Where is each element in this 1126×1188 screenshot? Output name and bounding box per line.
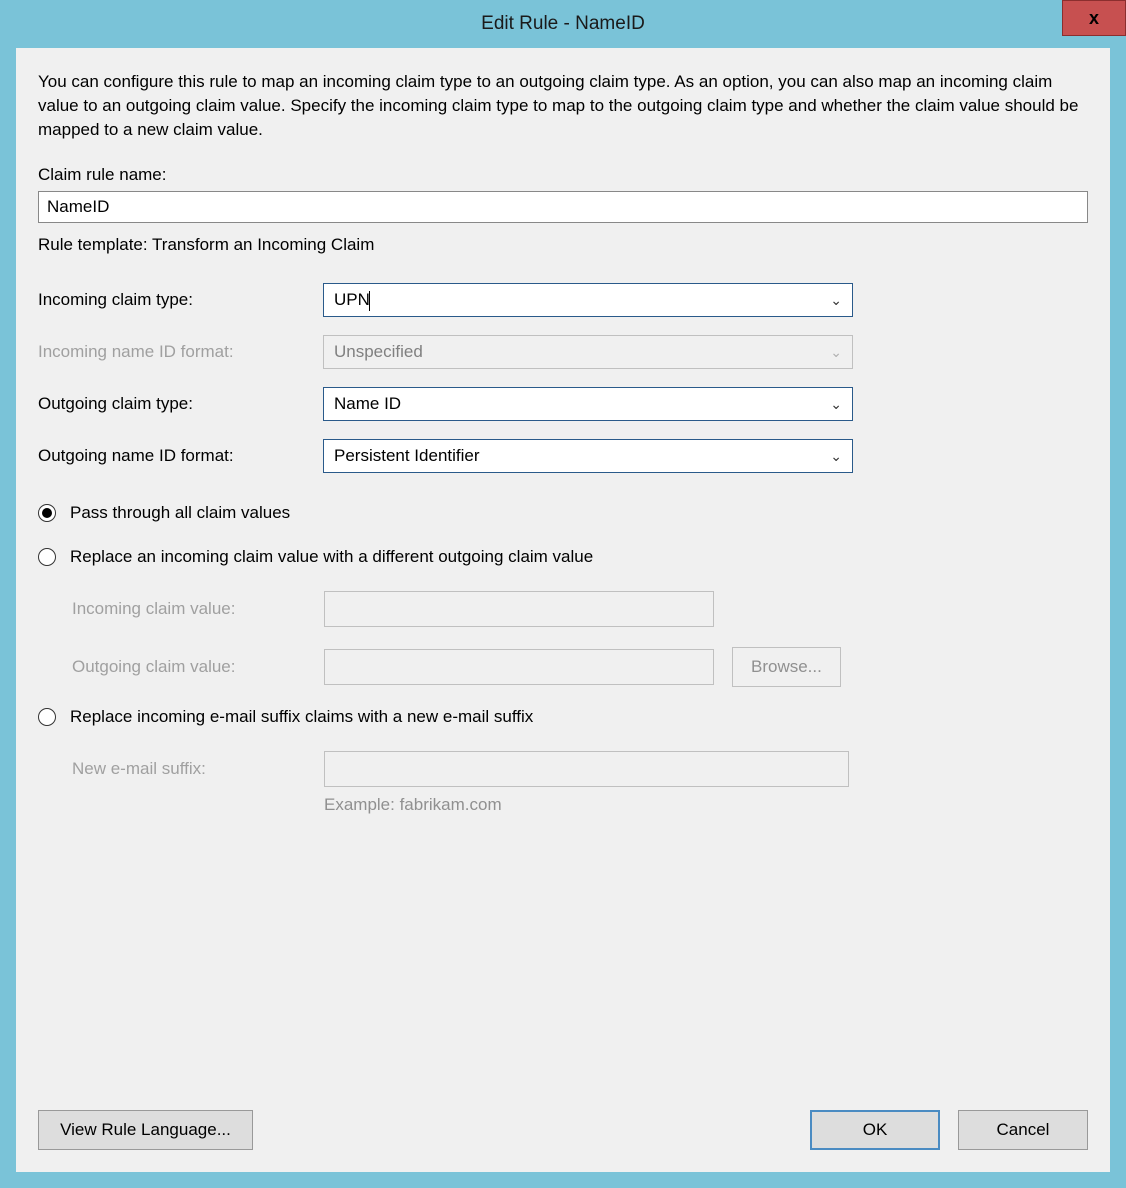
incoming-claim-type-label: Incoming claim type: — [38, 290, 323, 310]
claim-rule-name-input[interactable] — [38, 191, 1088, 223]
claim-rule-name-label: Claim rule name: — [38, 165, 1088, 185]
ok-button[interactable]: OK — [810, 1110, 940, 1150]
browse-button: Browse... — [732, 647, 841, 687]
cancel-button[interactable]: Cancel — [958, 1110, 1088, 1150]
outgoing-claim-type-combo[interactable]: Name ID ⌄ — [323, 387, 853, 421]
incoming-name-id-format-label: Incoming name ID format: — [38, 342, 323, 362]
chevron-down-icon: ⌄ — [830, 292, 842, 309]
incoming-claim-type-value: UPN — [334, 290, 830, 311]
rule-template-text: Rule template: Transform an Incoming Cla… — [38, 235, 1088, 255]
outgoing-claim-value-label: Outgoing claim value: — [72, 657, 324, 677]
view-rule-language-button[interactable]: View Rule Language... — [38, 1110, 253, 1150]
incoming-claim-type-combo[interactable]: UPN ⌄ — [323, 283, 853, 317]
replace-suffix-radio[interactable] — [38, 708, 56, 726]
incoming-claim-value-label: Incoming claim value: — [72, 599, 324, 619]
pass-through-label[interactable]: Pass through all claim values — [70, 503, 290, 523]
replace-suffix-label[interactable]: Replace incoming e-mail suffix claims wi… — [70, 707, 533, 727]
new-email-suffix-input — [324, 751, 849, 787]
example-text: Example: fabrikam.com — [324, 795, 1088, 815]
pass-through-radio[interactable] — [38, 504, 56, 522]
close-button[interactable]: x — [1062, 0, 1126, 36]
outgoing-claim-value-input — [324, 649, 714, 685]
outgoing-claim-type-label: Outgoing claim type: — [38, 394, 323, 414]
chevron-down-icon: ⌄ — [830, 344, 842, 361]
edit-rule-dialog: Edit Rule - NameID x You can configure t… — [0, 0, 1126, 1188]
description-text: You can configure this rule to map an in… — [38, 70, 1088, 141]
claim-value-radio-group: Pass through all claim values Replace an… — [38, 503, 1088, 815]
incoming-name-id-format-combo: Unspecified ⌄ — [323, 335, 853, 369]
incoming-claim-value-input — [324, 591, 714, 627]
titlebar: Edit Rule - NameID x — [0, 0, 1126, 48]
close-icon: x — [1089, 8, 1099, 29]
outgoing-name-id-format-combo[interactable]: Persistent Identifier ⌄ — [323, 439, 853, 473]
chevron-down-icon: ⌄ — [830, 396, 842, 413]
replace-value-radio[interactable] — [38, 548, 56, 566]
chevron-down-icon: ⌄ — [830, 448, 842, 465]
new-email-suffix-label: New e-mail suffix: — [72, 759, 324, 779]
replace-value-label[interactable]: Replace an incoming claim value with a d… — [70, 547, 593, 567]
outgoing-name-id-format-value: Persistent Identifier — [334, 446, 830, 466]
button-bar: View Rule Language... OK Cancel — [38, 1110, 1088, 1150]
window-title: Edit Rule - NameID — [481, 13, 645, 35]
incoming-name-id-format-value: Unspecified — [334, 342, 830, 362]
outgoing-name-id-format-label: Outgoing name ID format: — [38, 446, 323, 466]
dialog-content: You can configure this rule to map an in… — [16, 48, 1110, 1172]
outgoing-claim-type-value: Name ID — [334, 394, 830, 414]
